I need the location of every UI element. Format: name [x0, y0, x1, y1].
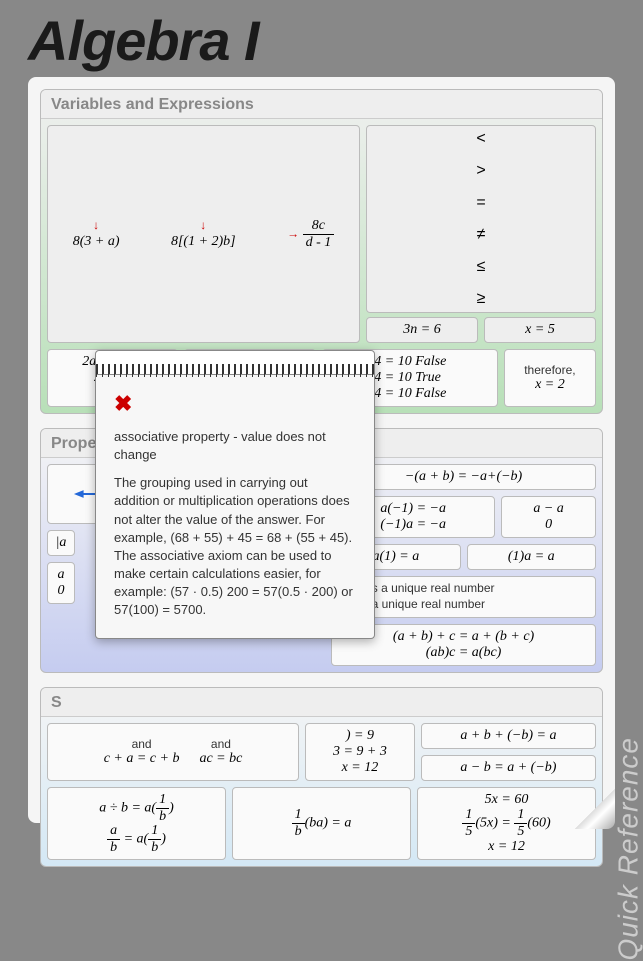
- section-header: S: [41, 688, 602, 717]
- expression-examples: ↓8(3 + a) ↓8[(1 + 2)b] → 8cd - 1: [47, 125, 360, 343]
- subtraction-def: a − b = a + (−b): [421, 755, 596, 781]
- page-title: Algebra I: [0, 0, 643, 77]
- equality-properties: and c + a = c + b and ac = bc: [47, 723, 299, 781]
- working-partial: ) = 9 3 = 9 + 3 x = 12: [305, 723, 415, 781]
- equation-example: 3n = 6: [366, 317, 478, 343]
- arrow-icon: ↓: [93, 218, 99, 232]
- popup-heading: associative property - value does not ch…: [114, 428, 356, 464]
- property-additive-inverse: a − a 0: [501, 496, 596, 538]
- section-solving: S and c + a = c + b and ac = bc ) = 9 3 …: [40, 687, 603, 867]
- page-curl-icon[interactable]: [575, 789, 615, 829]
- inverse-property: a + b + (−b) = a: [421, 723, 596, 749]
- side-label: Quick Reference: [613, 737, 643, 961]
- comparison-operators: <>=≠≤≥: [366, 125, 596, 313]
- partial-cell: a 0: [47, 562, 75, 604]
- equation-example: x = 5: [484, 317, 596, 343]
- conclusion: therefore, x = 2: [504, 349, 596, 407]
- section-header: Variables and Expressions: [41, 90, 602, 119]
- solve-mult: 5x = 60 15(5x) = 15(60) x = 12: [417, 787, 596, 860]
- division-def: a ÷ b = a(1b) ab = a(1b): [47, 787, 226, 860]
- property-mult-identity: (1)a = a: [467, 544, 596, 570]
- arrow-icon: →: [287, 226, 299, 240]
- popup-body-text: The grouping used in carrying out additi…: [114, 474, 356, 620]
- spiral-binding-icon: [96, 351, 374, 375]
- definition-popup: ✖ associative property - value does not …: [95, 350, 375, 639]
- arrow-icon: ↓: [200, 218, 206, 232]
- close-icon[interactable]: ✖: [114, 389, 132, 420]
- reciprocal-property: 1b(ba) = a: [232, 787, 411, 860]
- partial-cell: |a: [47, 530, 75, 556]
